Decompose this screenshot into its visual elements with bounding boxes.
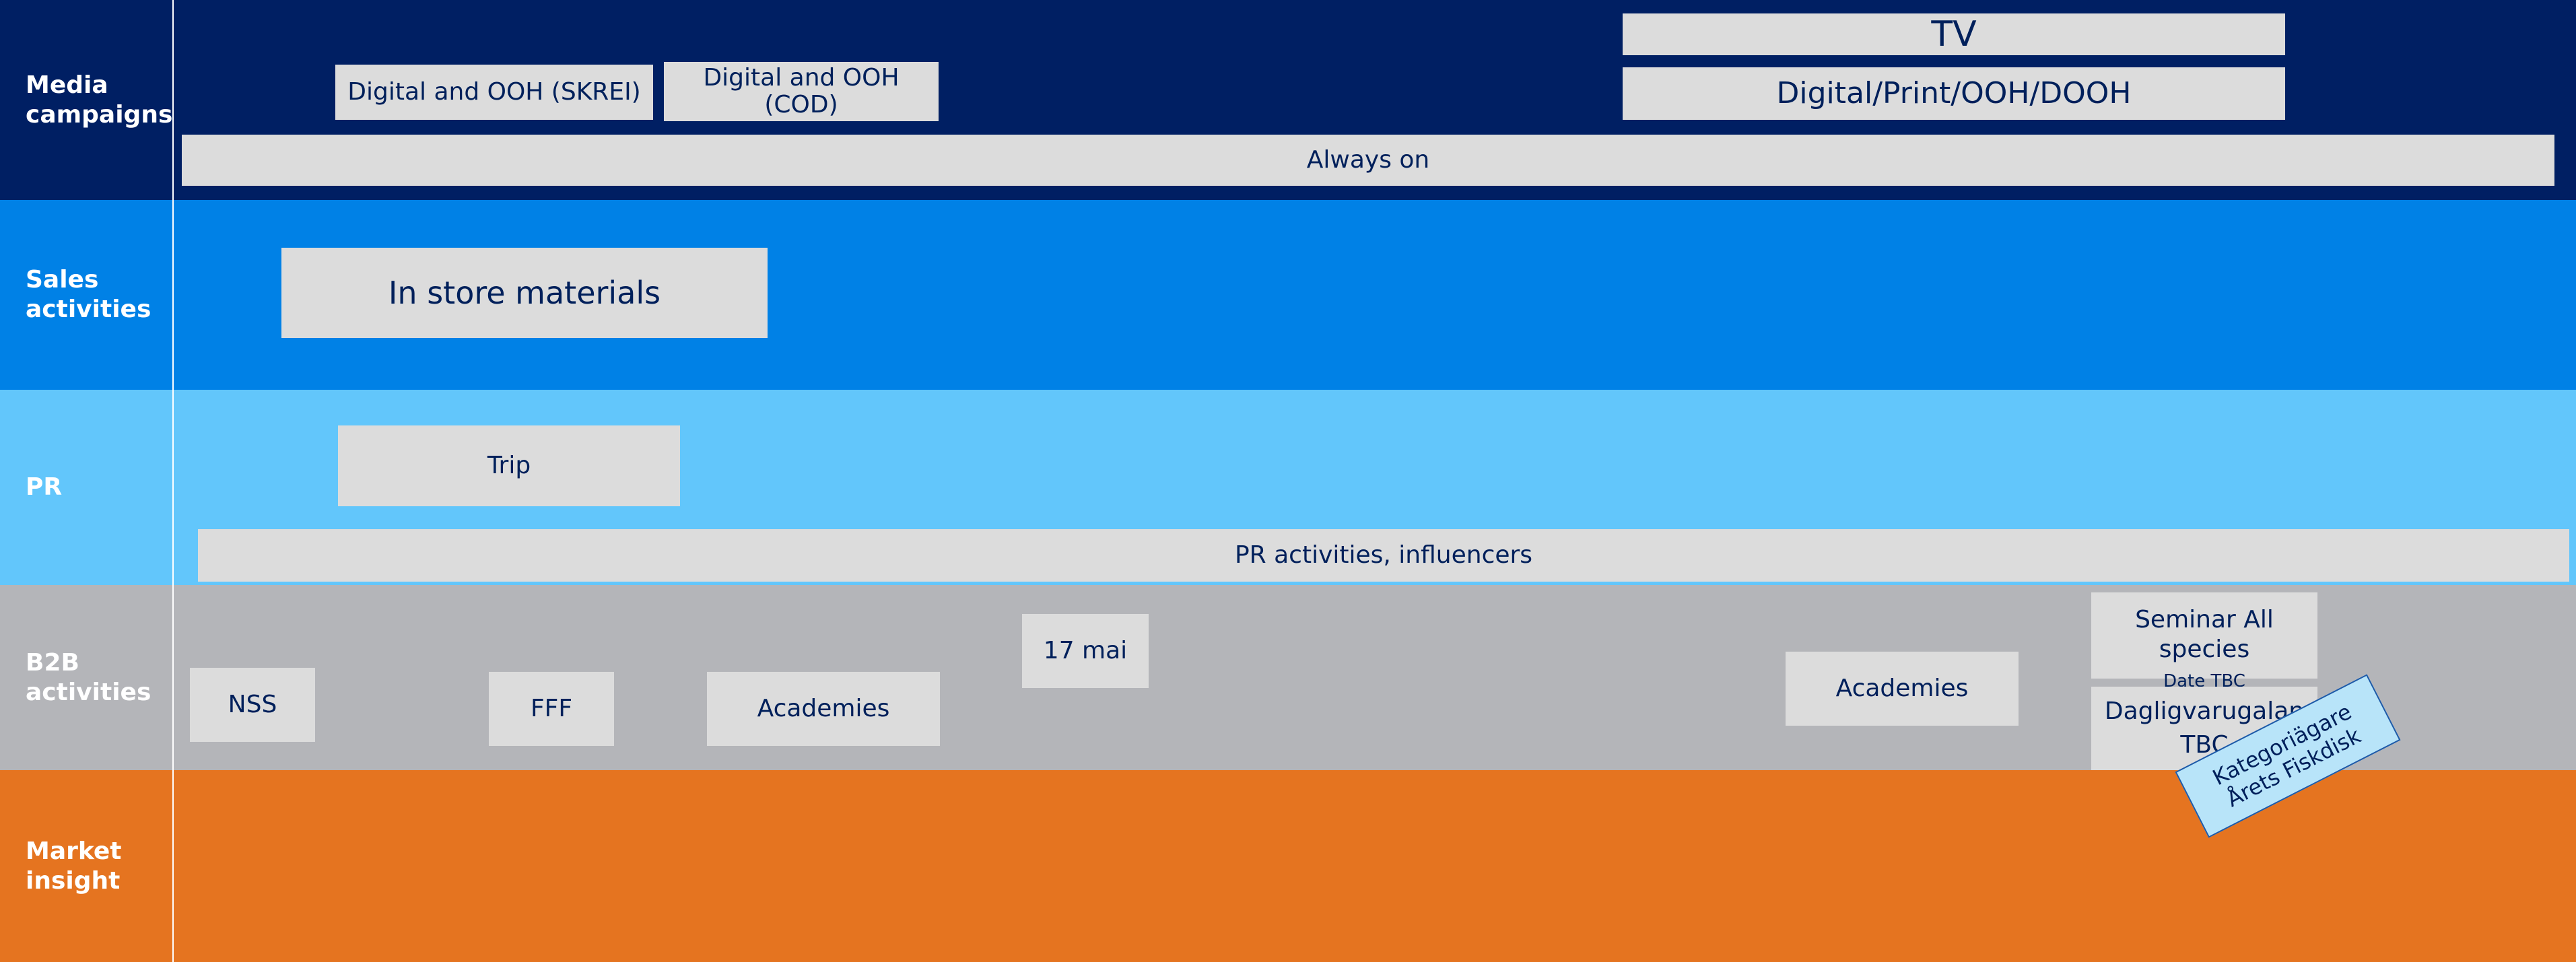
lane-label-market-insight: Market insight xyxy=(26,837,122,895)
lane-label-pr: PR xyxy=(26,473,63,501)
media-tv: TV xyxy=(1623,13,2285,55)
media-digital-ooh-cod: Digital and OOH (COD) xyxy=(664,62,939,121)
lane-label-media-campaigns: Media campaigns xyxy=(26,71,173,129)
b2b-academies-1: Academies xyxy=(707,672,940,746)
b2b-seminar-title: Seminar All species xyxy=(2135,605,2274,663)
media-digital-print-ooh-dooh: Digital/Print/OOH/DOOH xyxy=(1623,67,2285,120)
label-column-divider xyxy=(172,0,174,962)
b2b-seminar-text: Seminar All species Date TBC xyxy=(2135,576,2274,696)
sales-in-store-materials: In store materials xyxy=(281,248,768,338)
pr-activities-influencers: PR activities, influencers xyxy=(198,529,2569,582)
lane-label-b2b-activities: B2B activities xyxy=(26,648,151,706)
pr-trip: Trip xyxy=(338,425,680,506)
lane-label-sales-activities: Sales activities xyxy=(26,266,151,323)
b2b-academies-2: Academies xyxy=(1786,652,2019,726)
media-digital-ooh-skrei: Digital and OOH (SKREI) xyxy=(335,65,653,120)
b2b-fff: FFF xyxy=(489,672,614,746)
b2b-nss: NSS xyxy=(190,668,315,742)
media-always-on: Always on xyxy=(182,135,2554,186)
b2b-seminar-all-species: Seminar All species Date TBC xyxy=(2091,592,2317,691)
b2b-17-mai: 17 mai xyxy=(1022,614,1149,688)
